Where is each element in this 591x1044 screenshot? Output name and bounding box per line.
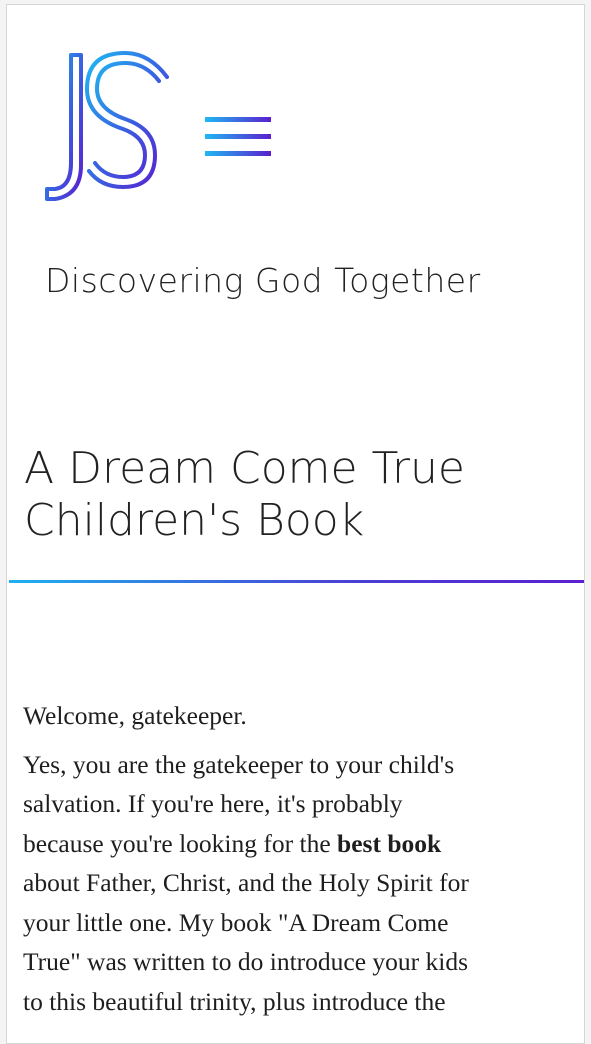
- page-title: A Dream Come True Children's Book: [24, 443, 574, 547]
- header-divider: [9, 580, 584, 583]
- site-logo[interactable]: [41, 47, 173, 207]
- bold-text: best book: [337, 828, 442, 858]
- page-title-line-1: A Dream Come True: [24, 443, 465, 494]
- paragraph-line: because you're looking for the best book: [23, 824, 571, 864]
- paragraph-line: salvation. If you're here, it's probably: [23, 789, 403, 818]
- site-tagline: Discovering God Together: [45, 261, 481, 300]
- paragraph-line: Yes, you are the gatekeeper to your chil…: [23, 749, 455, 779]
- paragraph-line: True" was written to do introduce your k…: [23, 947, 469, 976]
- paragraph-line: to this beautiful trinity, plus introduc…: [23, 986, 446, 1016]
- greeting-paragraph: Welcome, gatekeeper.: [23, 701, 247, 730]
- page-title-line-2: Children's Book: [24, 495, 365, 546]
- intro-paragraph: Yes, you are the gatekeeper to your chil…: [23, 745, 571, 1022]
- article-content: Welcome, gatekeeper. Yes, you are the ga…: [23, 696, 571, 1030]
- js-logo-icon: [45, 50, 169, 201]
- menu-button[interactable]: [203, 115, 275, 165]
- paragraph-line: your little one. My book "A Dream Come: [23, 907, 449, 937]
- page-frame: Discovering God Together A Dream Come Tr…: [6, 4, 585, 1044]
- paragraph-text: because you're looking for the: [23, 828, 338, 858]
- hamburger-menu-icon: [205, 117, 271, 156]
- paragraph-line: about Father, Christ, and the Holy Spiri…: [23, 868, 469, 897]
